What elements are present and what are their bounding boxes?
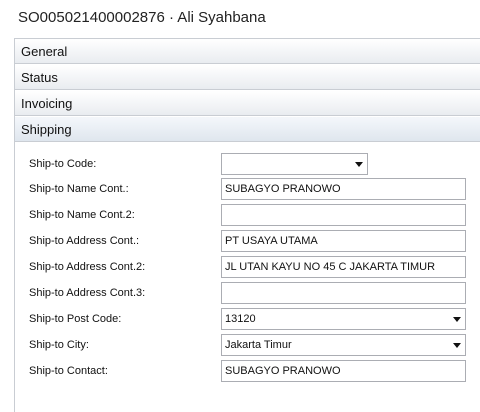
window-title: SO005021400002876 · Ali Syahbana [0,0,480,36]
ship-to-code-dropdown[interactable] [221,153,368,175]
chevron-down-icon[interactable] [453,343,461,348]
ship-to-address-cont-input[interactable]: PT USAYA UTAMA [221,230,466,252]
chevron-down-icon[interactable] [453,317,461,322]
ship-to-post-code-dropdown[interactable]: 13120 [221,308,466,330]
field-ship-to-address-cont2: Ship-to Address Cont.2: JL UTAN KAYU NO … [29,256,479,280]
section-header-shipping[interactable]: Shipping [15,117,480,142]
field-ship-to-contact: Ship-to Contact: SUBAGYO PRANOWO [29,360,479,384]
field-label: Ship-to Name Cont.: [29,183,129,195]
ship-to-address-cont3-input[interactable] [221,282,466,304]
ship-to-name-cont2-input[interactable] [221,204,466,226]
field-ship-to-post-code: Ship-to Post Code: 13120 [29,308,479,332]
field-label: Ship-to Contact: [29,365,108,377]
section-header-status[interactable]: Status [15,65,480,90]
field-ship-to-address-cont: Ship-to Address Cont.: PT USAYA UTAMA [29,230,479,254]
field-label: Ship-to Address Cont.: [29,235,140,247]
ship-to-contact-input[interactable]: SUBAGYO PRANOWO [221,360,466,382]
field-ship-to-address-cont3: Ship-to Address Cont.3: [29,282,479,306]
field-label: Ship-to Address Cont.2: [29,261,146,273]
field-label: Ship-to Address Cont.3: [29,287,146,299]
shipping-section-body: Ship-to Code: Ship-to Name Cont.: SUBAGY… [15,143,480,412]
ship-to-city-dropdown[interactable]: Jakarta Timur [221,334,466,356]
field-ship-to-code: Ship-to Code: [29,153,479,177]
section-header-general[interactable]: General [15,39,480,64]
field-label: Ship-to Post Code: [29,313,122,325]
field-ship-to-name-cont: Ship-to Name Cont.: SUBAGYO PRANOWO [29,178,479,202]
ship-to-name-cont-input[interactable]: SUBAGYO PRANOWO [221,178,466,200]
field-ship-to-name-cont2: Ship-to Name Cont.2: [29,204,479,228]
chevron-down-icon[interactable] [355,162,363,167]
section-header-invoicing[interactable]: Invoicing [15,91,480,116]
field-ship-to-city: Ship-to City: Jakarta Timur [29,334,479,358]
field-label: Ship-to City: [29,339,89,351]
field-label: Ship-to Code: [29,158,97,170]
ship-to-address-cont2-input[interactable]: JL UTAN KAYU NO 45 C JAKARTA TIMUR [221,256,466,278]
field-label: Ship-to Name Cont.2: [29,209,135,221]
field-value: Jakarta Timur [225,339,292,351]
field-value: 13120 [225,313,256,325]
